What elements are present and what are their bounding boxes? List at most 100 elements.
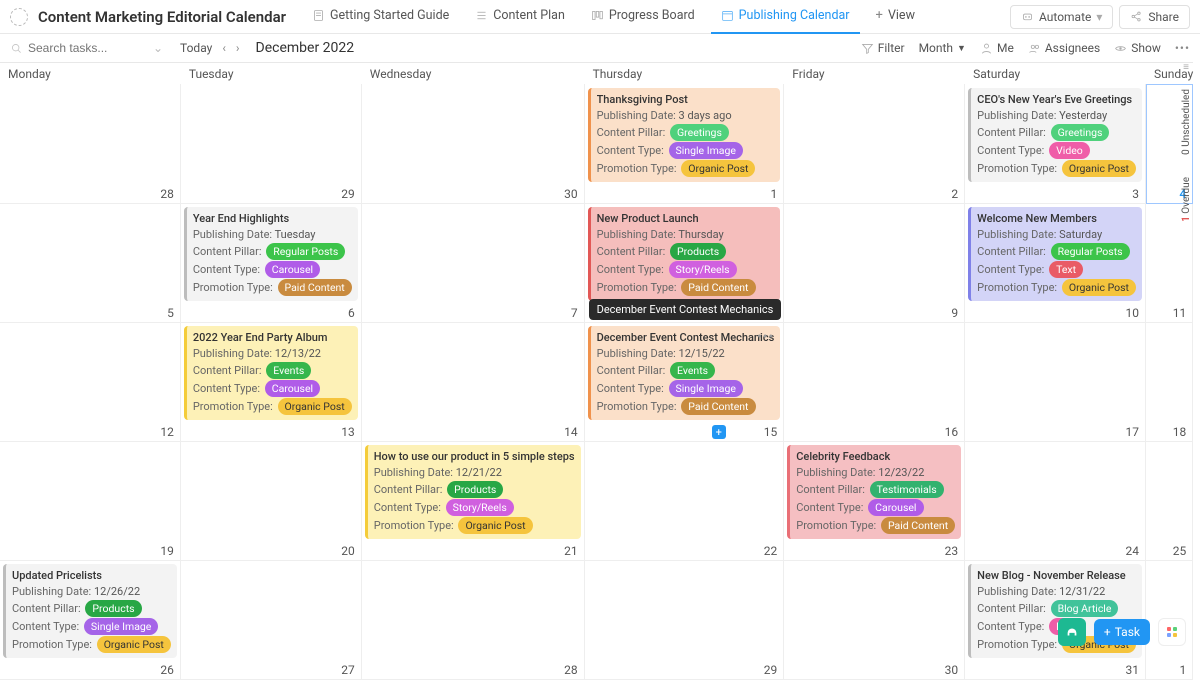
day-number: 16 <box>945 425 959 439</box>
day-cell[interactable]: 29 <box>585 561 785 680</box>
chevron-down-icon[interactable]: ⌄ <box>153 41 163 55</box>
task-card[interactable]: Welcome New MembersPublishing Date: Satu… <box>968 207 1142 301</box>
day-cell[interactable]: 22 <box>585 442 785 561</box>
apps-fab[interactable] <box>1158 618 1186 646</box>
task-card[interactable]: Updated PricelistsPublishing Date: 12/26… <box>3 564 177 658</box>
tab-add-view[interactable]: + View <box>866 0 925 34</box>
rail-toggle-icon[interactable]: ≡ <box>1183 62 1189 73</box>
day-cell[interactable]: 7 <box>362 204 585 323</box>
day-cell[interactable]: 19 <box>0 442 181 561</box>
day-cell[interactable]: Updated PricelistsPublishing Date: 12/26… <box>0 561 181 680</box>
day-cell[interactable]: Welcome New MembersPublishing Date: Satu… <box>965 204 1146 323</box>
day-cell[interactable]: 17 <box>965 323 1146 442</box>
pub-value: 12/26/22 <box>94 585 140 598</box>
card-more-icon[interactable]: ••• <box>757 330 774 345</box>
pillar-label: Content Pillar: <box>597 364 666 377</box>
tab-publishing-calendar[interactable]: Publishing Calendar <box>711 0 860 34</box>
show-button[interactable]: Show <box>1114 41 1161 55</box>
task-card[interactable]: Thanksgiving PostPublishing Date: 3 days… <box>588 88 781 182</box>
day-cell[interactable]: Celebrity FeedbackPublishing Date: 12/23… <box>784 442 965 561</box>
promo-chip: Organic Post <box>1062 279 1136 296</box>
unscheduled-rail[interactable]: 0 Unscheduled <box>1181 83 1192 161</box>
task-card[interactable]: Year End HighlightsPublishing Date: Tues… <box>184 207 358 301</box>
top-toolbar: Content Marketing Editorial Calendar Get… <box>0 0 1200 34</box>
share-button[interactable]: Share <box>1119 5 1190 29</box>
tab-getting-started[interactable]: Getting Started Guide <box>302 0 459 34</box>
task-card[interactable]: CEO's New Year's Eve GreetingsPublishing… <box>968 88 1142 182</box>
day-number: 23 <box>945 544 959 558</box>
task-card[interactable]: New Product LaunchPublishing Date: Thurs… <box>588 207 781 301</box>
day-cell[interactable]: 28 <box>362 561 585 680</box>
automate-button[interactable]: Automate ▾ <box>1010 5 1113 29</box>
record-fab[interactable] <box>1058 618 1086 646</box>
day-cell[interactable]: Year End HighlightsPublishing Date: Tues… <box>181 204 362 323</box>
day-number: 2 <box>951 187 958 201</box>
ctype-label: Content Type: <box>597 382 664 395</box>
more-icon[interactable]: ••• <box>1175 41 1190 55</box>
card-title: Year End Highlights <box>193 211 352 226</box>
pub-label: Publishing Date: <box>977 228 1056 241</box>
assignees-button[interactable]: Assignees <box>1028 41 1100 55</box>
day-cell[interactable]: New Product LaunchPublishing Date: Thurs… <box>585 204 785 323</box>
robot-icon <box>1021 10 1034 23</box>
tab-label: Progress Board <box>609 8 695 23</box>
promo-chip: Organic Post <box>458 517 532 534</box>
search-input[interactable] <box>28 41 148 55</box>
day-cell[interactable]: 16 <box>784 323 965 442</box>
day-cell[interactable]: 14 <box>362 323 585 442</box>
day-number: 30 <box>945 663 959 677</box>
day-cell[interactable]: CEO's New Year's Eve GreetingsPublishing… <box>965 84 1146 204</box>
day-cell[interactable]: 24 <box>965 442 1146 561</box>
ctype-label: Content Type: <box>977 263 1044 276</box>
card-title: Celebrity Feedback <box>796 449 955 464</box>
day-cell[interactable]: 25 <box>1146 442 1193 561</box>
day-cell[interactable]: How to use our product in 5 simple steps… <box>362 442 585 561</box>
day-number: 10 <box>1126 306 1140 320</box>
ctype-label: Content Type: <box>977 620 1044 633</box>
tab-content-plan[interactable]: Content Plan <box>465 0 575 34</box>
task-card[interactable]: How to use our product in 5 simple steps… <box>365 445 581 539</box>
day-number: 9 <box>951 306 958 320</box>
day-cell[interactable]: 5 <box>0 204 181 323</box>
timescale-button[interactable]: Month▼ <box>919 41 966 55</box>
task-card[interactable]: December Event Contest MechanicsPublishi… <box>588 326 781 420</box>
month-label: December 2022 <box>256 40 355 56</box>
pillar-chip: Greetings <box>1051 124 1110 141</box>
day-cell[interactable]: 29 <box>181 84 362 204</box>
prev-month-button[interactable]: ‹ <box>222 41 226 55</box>
day-cell[interactable]: 2022 Year End Party AlbumPublishing Date… <box>181 323 362 442</box>
task-card[interactable]: Celebrity FeedbackPublishing Date: 12/23… <box>787 445 961 539</box>
day-number: 27 <box>341 663 355 677</box>
day-cell[interactable]: 27 <box>181 561 362 680</box>
day-cell[interactable]: 12 <box>0 323 181 442</box>
task-card[interactable]: 2022 Year End Party AlbumPublishing Date… <box>184 326 358 420</box>
day-cell[interactable]: Thanksgiving PostPublishing Date: 3 days… <box>585 84 785 204</box>
today-button[interactable]: Today <box>180 41 212 55</box>
pillar-label: Content Pillar: <box>374 483 443 496</box>
pillar-label: Content Pillar: <box>977 602 1046 615</box>
card-title: New Blog - November Release <box>977 568 1136 583</box>
pillar-chip: Events <box>670 362 715 379</box>
calendar-grid: MondayTuesdayWednesdayThursdayFridaySatu… <box>0 62 1172 680</box>
add-task-icon[interactable]: + <box>712 425 726 439</box>
tab-progress-board[interactable]: Progress Board <box>581 0 705 34</box>
day-number: 28 <box>160 187 174 201</box>
day-number: 25 <box>1173 544 1187 558</box>
day-cell[interactable]: December Event Contest MechanicsPublishi… <box>585 323 785 442</box>
day-cell[interactable]: 2 <box>784 84 965 204</box>
headset-icon <box>1065 625 1079 639</box>
fab-row: + Task <box>1058 618 1186 646</box>
day-cell[interactable]: 30 <box>362 84 585 204</box>
day-cell[interactable]: 18 <box>1146 323 1193 442</box>
next-month-button[interactable]: › <box>236 41 240 55</box>
day-cell[interactable]: 28 <box>0 84 181 204</box>
me-filter-button[interactable]: Me <box>980 41 1014 55</box>
filter-button[interactable]: Filter <box>861 41 905 55</box>
overdue-rail[interactable]: 1 Overdue <box>1181 171 1192 228</box>
day-cell[interactable]: 9 <box>784 204 965 323</box>
new-task-fab[interactable]: + Task <box>1094 619 1150 645</box>
pillar-label: Content Pillar: <box>193 364 262 377</box>
day-cell[interactable]: 30 <box>784 561 965 680</box>
day-cell[interactable]: 20 <box>181 442 362 561</box>
search-wrap[interactable]: ⌄ <box>10 41 170 55</box>
